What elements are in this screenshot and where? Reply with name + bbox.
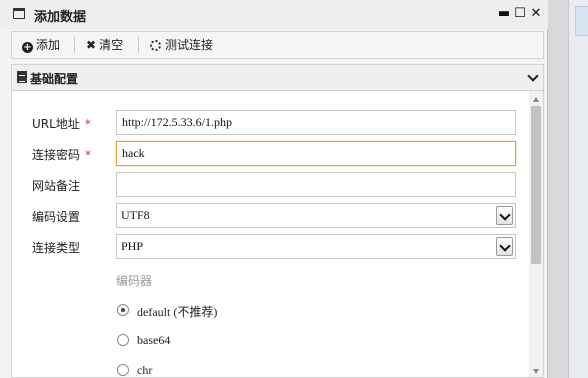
plus-circle-icon: + [22, 42, 33, 53]
add-data-window: 添加数据 ▬ ☐ ✕ + 添加 ✖ 清空 测试连接 基础配置 URL地址 * http… [0, 0, 548, 378]
minimize-icon[interactable]: ▬ [497, 6, 511, 22]
required-mark: * [84, 117, 91, 131]
url-label: URL地址 * [32, 117, 91, 131]
background-panel [568, 0, 588, 378]
toolbar-divider [74, 37, 75, 53]
connection-type-select[interactable]: PHP [116, 234, 516, 259]
scroll-up-icon[interactable] [533, 97, 539, 102]
encoder-label: 编码器 [116, 274, 153, 288]
radio-button[interactable] [117, 334, 129, 346]
radio-button[interactable] [117, 304, 129, 316]
close-icon[interactable]: ✕ [529, 6, 543, 22]
encoding-label: 编码设置 [32, 210, 81, 224]
encoding-select[interactable]: UTF8 [116, 203, 516, 228]
file-text-icon [17, 71, 27, 83]
clear-button[interactable]: ✖ 清空 [86, 37, 123, 55]
url-input[interactable]: http://172.5.33.6/1.php [116, 110, 516, 135]
window-icon [13, 8, 25, 19]
basic-config-title: 基础配置 [30, 72, 79, 86]
toolbar: + 添加 ✖ 清空 测试连接 [11, 31, 544, 59]
maximize-icon[interactable]: ☐ [513, 6, 527, 22]
connection-type-value: PHP [121, 239, 144, 253]
encoder-option-label: base64 [137, 333, 171, 347]
add-button-label: 添加 [36, 38, 61, 52]
spinner-icon [150, 40, 161, 51]
password-label: 连接密码 * [32, 148, 92, 162]
form-scrollbar[interactable] [529, 91, 543, 377]
toolbar-divider [138, 37, 139, 53]
note-label: 网站备注 [32, 179, 81, 193]
scroll-down-icon[interactable] [533, 369, 539, 374]
note-input[interactable] [116, 172, 516, 197]
scrollbar-thumb[interactable] [531, 106, 541, 264]
password-input[interactable]: hack [116, 141, 516, 166]
chevron-down-icon[interactable] [527, 70, 539, 82]
encoder-option-label: default (不推荐) [137, 305, 218, 319]
basic-config-header[interactable]: 基础配置 [11, 64, 544, 91]
window-titlebar[interactable]: 添加数据 ▬ ☐ ✕ [0, 0, 548, 29]
chevron-down-icon[interactable] [496, 206, 513, 225]
basic-config-form: URL地址 * http://172.5.33.6/1.php 连接密码 * hac… [11, 91, 544, 378]
connection-type-label: 连接类型 [32, 241, 81, 255]
radio-button[interactable] [117, 364, 129, 376]
encoding-value: UTF8 [121, 208, 150, 222]
add-button[interactable]: + 添加 [22, 37, 60, 55]
required-mark: * [85, 148, 92, 162]
test-connection-label: 测试连接 [165, 38, 214, 52]
clear-button-label: 清空 [99, 38, 124, 52]
test-connection-button[interactable]: 测试连接 [150, 37, 213, 55]
chevron-down-icon[interactable] [496, 237, 513, 256]
window-title: 添加数据 [34, 10, 87, 25]
times-icon: ✖ [86, 38, 97, 52]
encoder-option-label: chr [137, 363, 153, 377]
background-tab [575, 6, 588, 36]
